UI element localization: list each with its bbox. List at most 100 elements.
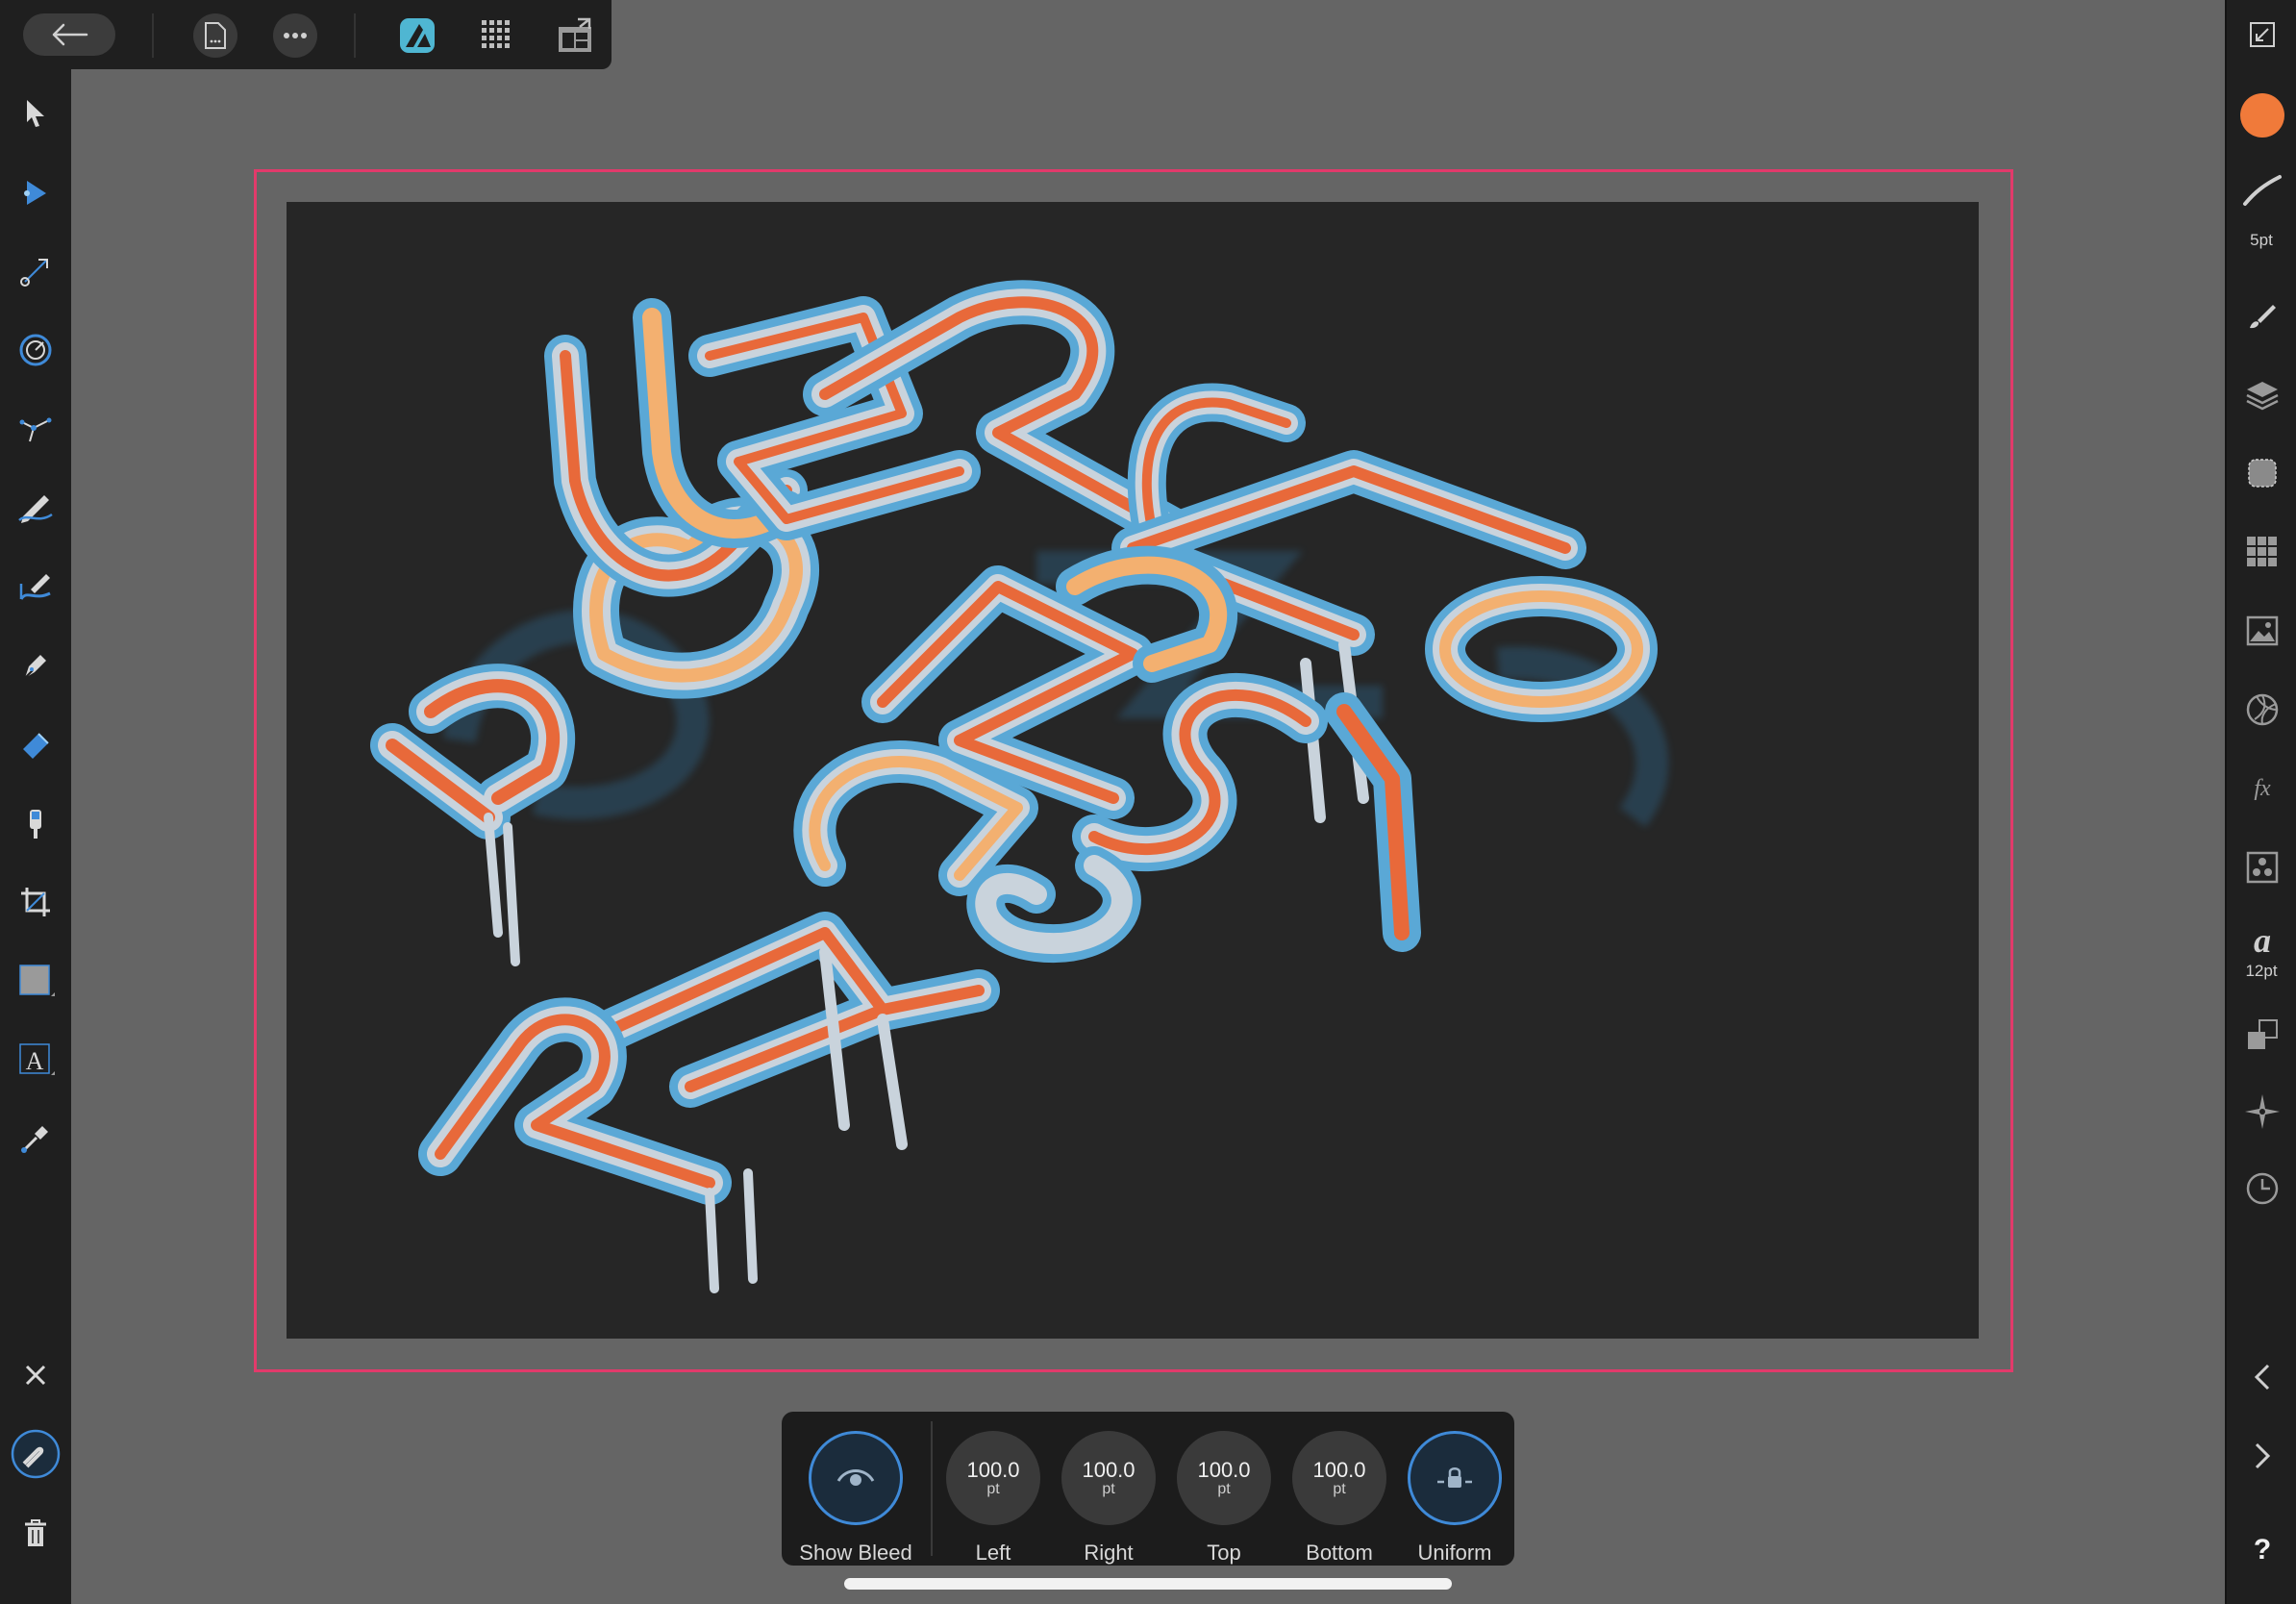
rounded-square-icon bbox=[2248, 459, 2277, 488]
vector-brush-icon bbox=[19, 574, 51, 600]
contour-nodes-icon bbox=[19, 417, 52, 442]
document-button[interactable] bbox=[193, 13, 237, 58]
swatches-button[interactable] bbox=[2237, 527, 2287, 577]
rectangle-icon bbox=[19, 965, 55, 996]
designer-persona-button[interactable] bbox=[395, 13, 439, 58]
fx-button[interactable]: fx bbox=[2237, 764, 2287, 814]
bleed-left-label: Left bbox=[975, 1541, 1011, 1565]
transform-button[interactable] bbox=[2237, 1010, 2287, 1060]
uniform-toggle[interactable]: Uniform bbox=[1402, 1421, 1508, 1566]
color-picker-tool[interactable] bbox=[11, 1114, 61, 1164]
artboard[interactable] bbox=[287, 202, 1979, 1339]
pencil-icon bbox=[18, 495, 53, 523]
uniform-label: Uniform bbox=[1417, 1541, 1492, 1565]
fill-tool[interactable] bbox=[11, 719, 61, 769]
export-persona-button[interactable] bbox=[553, 13, 597, 58]
corner-tool[interactable] bbox=[11, 325, 61, 375]
contour-tool[interactable] bbox=[11, 404, 61, 454]
expand-panel-button[interactable] bbox=[2237, 1431, 2287, 1481]
bleed-left-control[interactable]: 100.0 pt Left bbox=[940, 1421, 1046, 1566]
pencil-tool[interactable] bbox=[11, 483, 61, 533]
corner-dial-icon bbox=[19, 334, 52, 366]
bleed-right-unit: pt bbox=[1102, 1481, 1115, 1497]
more-button[interactable] bbox=[273, 13, 317, 58]
back-button[interactable] bbox=[23, 13, 115, 56]
bleed-bottom-value: 100.0 bbox=[1312, 1458, 1366, 1482]
uniform-circle[interactable] bbox=[1408, 1431, 1502, 1525]
svg-text:A: A bbox=[26, 1047, 44, 1075]
close-tool-button[interactable] bbox=[11, 1350, 61, 1400]
point-transform-tool[interactable] bbox=[11, 246, 61, 296]
bleed-left-dial[interactable]: 100.0 pt bbox=[946, 1431, 1040, 1525]
layers-icon bbox=[2246, 382, 2279, 411]
view-mode-button[interactable] bbox=[2237, 10, 2287, 60]
delete-button[interactable] bbox=[11, 1508, 61, 1558]
assets-button[interactable] bbox=[2237, 842, 2287, 892]
bleed-right-control[interactable]: 100.0 pt Right bbox=[1056, 1421, 1161, 1566]
node-arrow-icon bbox=[24, 181, 46, 205]
move-tool[interactable] bbox=[11, 88, 61, 138]
brushes-button[interactable] bbox=[2237, 290, 2287, 340]
bleed-left-value: 100.0 bbox=[966, 1458, 1020, 1482]
crop-icon bbox=[21, 888, 50, 916]
node-tool[interactable] bbox=[11, 167, 61, 217]
eyedropper-icon bbox=[21, 1126, 48, 1153]
bleed-top-value: 100.0 bbox=[1197, 1458, 1251, 1482]
text-style-button[interactable]: a bbox=[2237, 915, 2287, 965]
transparency-tool[interactable] bbox=[11, 798, 61, 848]
bleed-right-label: Right bbox=[1084, 1541, 1134, 1565]
document-icon bbox=[205, 22, 226, 49]
back-arrow-icon bbox=[52, 23, 88, 46]
pen-tool[interactable] bbox=[11, 640, 61, 690]
fill-color-swatch[interactable] bbox=[2237, 90, 2287, 140]
vector-brush-tool[interactable] bbox=[11, 562, 61, 612]
export-persona-icon bbox=[559, 17, 591, 52]
bleed-top-dial[interactable]: 100.0 pt bbox=[1177, 1431, 1271, 1525]
more-icon bbox=[284, 33, 307, 38]
artistic-text-tool[interactable]: A bbox=[11, 1035, 61, 1085]
collapse-panel-button[interactable] bbox=[2237, 1352, 2287, 1402]
designer-persona-icon bbox=[400, 18, 435, 53]
bleed-top-unit: pt bbox=[1217, 1481, 1231, 1497]
context-toolbar: Show Bleed 100.0 pt Left 100.0 pt Right … bbox=[782, 1412, 1514, 1566]
chevron-right-icon bbox=[2255, 1442, 2271, 1469]
toolbar-separator bbox=[152, 13, 154, 58]
top-toolbar bbox=[0, 0, 611, 69]
fullscreen-icon bbox=[2250, 22, 2275, 47]
typography-artwork bbox=[370, 280, 1669, 1293]
bleed-left-unit: pt bbox=[986, 1481, 1000, 1497]
rectangle-tool[interactable] bbox=[11, 956, 61, 1006]
bleed-bottom-control[interactable]: 100.0 pt Bottom bbox=[1286, 1421, 1392, 1566]
transparency-icon bbox=[30, 810, 41, 839]
effects-shape-button[interactable] bbox=[2237, 448, 2287, 498]
bleed-top-control[interactable]: 100.0 pt Top bbox=[1171, 1421, 1277, 1566]
toolbar-separator bbox=[354, 13, 356, 58]
fx-icon: fx bbox=[2254, 776, 2271, 801]
snapping-button[interactable] bbox=[11, 1429, 61, 1479]
compass-icon bbox=[2245, 1094, 2280, 1129]
bleed-bottom-dial[interactable]: 100.0 pt bbox=[1292, 1431, 1386, 1525]
crop-tool[interactable] bbox=[11, 877, 61, 927]
bleed-right-value: 100.0 bbox=[1082, 1458, 1136, 1482]
pixel-grid-button[interactable] bbox=[475, 13, 519, 58]
stroke-button[interactable] bbox=[2237, 165, 2287, 215]
stroke-icon bbox=[2243, 175, 2282, 206]
bleed-right-dial[interactable]: 100.0 pt bbox=[1061, 1431, 1156, 1525]
show-bleed-toggle[interactable]: Show Bleed bbox=[799, 1421, 912, 1566]
appearance-button[interactable] bbox=[2237, 685, 2287, 735]
show-bleed-circle[interactable] bbox=[809, 1431, 903, 1525]
tools-panel: A bbox=[0, 69, 71, 1604]
show-bleed-label: Show Bleed bbox=[799, 1541, 912, 1565]
help-button[interactable]: ? bbox=[2237, 1525, 2287, 1575]
bleed-top-label: Top bbox=[1207, 1541, 1241, 1565]
close-icon bbox=[25, 1365, 46, 1386]
navigator-button[interactable] bbox=[2237, 1087, 2287, 1137]
text-frame-icon: A bbox=[19, 1043, 55, 1075]
aperture-icon bbox=[2246, 693, 2279, 726]
pen-nib-icon bbox=[24, 655, 46, 679]
home-indicator[interactable] bbox=[844, 1578, 1452, 1590]
chevron-left-icon bbox=[2254, 1364, 2270, 1391]
layers-button[interactable] bbox=[2237, 369, 2287, 419]
stock-button[interactable] bbox=[2237, 606, 2287, 656]
history-button[interactable] bbox=[2237, 1164, 2287, 1214]
